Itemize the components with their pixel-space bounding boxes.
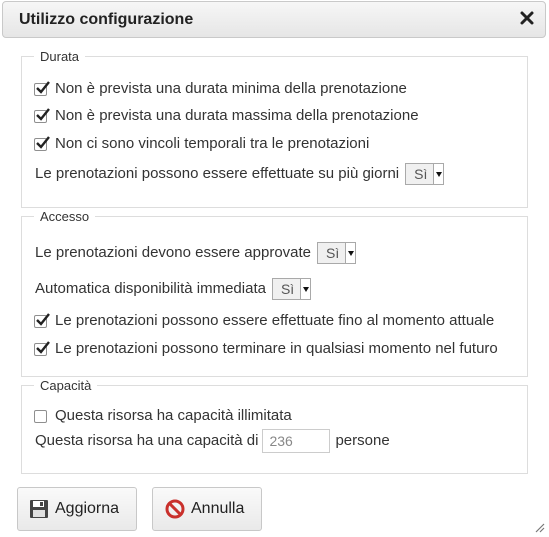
max-duration-row[interactable]: Non è prevista una durata massima della … — [34, 107, 419, 125]
until-now-checkbox[interactable] — [34, 312, 50, 328]
capacity-suffix-label: persone — [335, 432, 390, 449]
any-future-label: Le prenotazioni possono terminare in qua… — [55, 340, 498, 357]
until-now-label: Le prenotazioni possono essere effettuat… — [55, 312, 495, 329]
any-future-checkbox[interactable] — [34, 340, 50, 356]
close-icon[interactable] — [519, 10, 535, 26]
approval-select[interactable]: Sì — [317, 242, 357, 264]
approval-select-value: Sì — [326, 245, 340, 261]
floppy-disk-icon — [30, 500, 48, 518]
accesso-fieldset: Accesso Le prenotazioni devono essere ap… — [21, 209, 528, 377]
auto-availability-select-value: Sì — [280, 281, 295, 297]
time-constraints-checkbox[interactable] — [34, 135, 50, 151]
auto-availability-select[interactable]: Sì — [271, 278, 312, 300]
time-constraints-label: Non ci sono vincoli temporali tra le pre… — [55, 135, 370, 152]
dialog-title: Utilizzo configurazione — [19, 11, 194, 28]
multi-day-row: Le prenotazioni possono essere effettuat… — [35, 163, 445, 185]
min-duration-checkbox[interactable] — [34, 80, 50, 96]
min-duration-row[interactable]: Non è prevista una durata minima della p… — [34, 80, 407, 98]
unlimited-capacity-checkbox[interactable] — [34, 409, 47, 423]
approval-label: Le prenotazioni devono essere approvate — [35, 244, 312, 261]
chevron-down-icon — [345, 243, 356, 263]
resize-handle-icon[interactable] — [533, 521, 545, 533]
capacity-row: Questa risorsa ha una capacità di person… — [35, 429, 390, 453]
approval-row: Le prenotazioni devono essere approvate … — [35, 242, 357, 264]
multi-day-label: Le prenotazioni possono essere effettuat… — [35, 165, 400, 182]
time-constraints-row[interactable]: Non ci sono vincoli temporali tra le pre… — [34, 135, 369, 153]
capacity-input[interactable] — [262, 429, 331, 453]
unlimited-capacity-row[interactable]: Questa risorsa ha capacità illimitata — [34, 407, 292, 425]
chevron-down-icon — [433, 164, 444, 184]
chevron-down-icon — [300, 279, 311, 299]
accesso-legend: Accesso — [34, 209, 96, 225]
any-future-row[interactable]: Le prenotazioni possono terminare in qua… — [34, 340, 498, 358]
auto-availability-row: Automatica disponibilità immediata Sì — [35, 278, 312, 300]
dialog-titlebar[interactable]: Utilizzo configurazione — [2, 1, 546, 38]
multi-day-select-value: Sì — [414, 166, 428, 182]
update-button[interactable]: Aggiorna — [17, 487, 137, 531]
capacity-prefix-label: Questa risorsa ha una capacità di — [35, 432, 259, 449]
multi-day-select[interactable]: Sì — [405, 163, 445, 185]
max-duration-checkbox[interactable] — [34, 107, 50, 123]
usage-configuration-dialog: Utilizzo configurazione Durata Non è pre… — [0, 0, 549, 537]
cancel-button[interactable]: Annulla — [152, 487, 262, 531]
capacita-legend: Capacità — [34, 378, 98, 394]
durata-legend: Durata — [34, 49, 86, 65]
cancel-button-label: Annulla — [191, 500, 245, 517]
cancel-icon — [165, 499, 185, 519]
update-button-label: Aggiorna — [55, 500, 120, 517]
unlimited-capacity-label: Questa risorsa ha capacità illimitata — [55, 407, 292, 424]
min-duration-label: Non è prevista una durata minima della p… — [55, 80, 407, 97]
capacita-fieldset: Capacità Questa risorsa ha capacità illi… — [21, 378, 528, 474]
max-duration-label: Non è prevista una durata massima della … — [55, 107, 419, 124]
auto-availability-label: Automatica disponibilità immediata — [35, 280, 266, 297]
durata-fieldset: Durata Non è prevista una durata minima … — [21, 49, 528, 208]
until-now-row[interactable]: Le prenotazioni possono essere effettuat… — [34, 312, 494, 330]
